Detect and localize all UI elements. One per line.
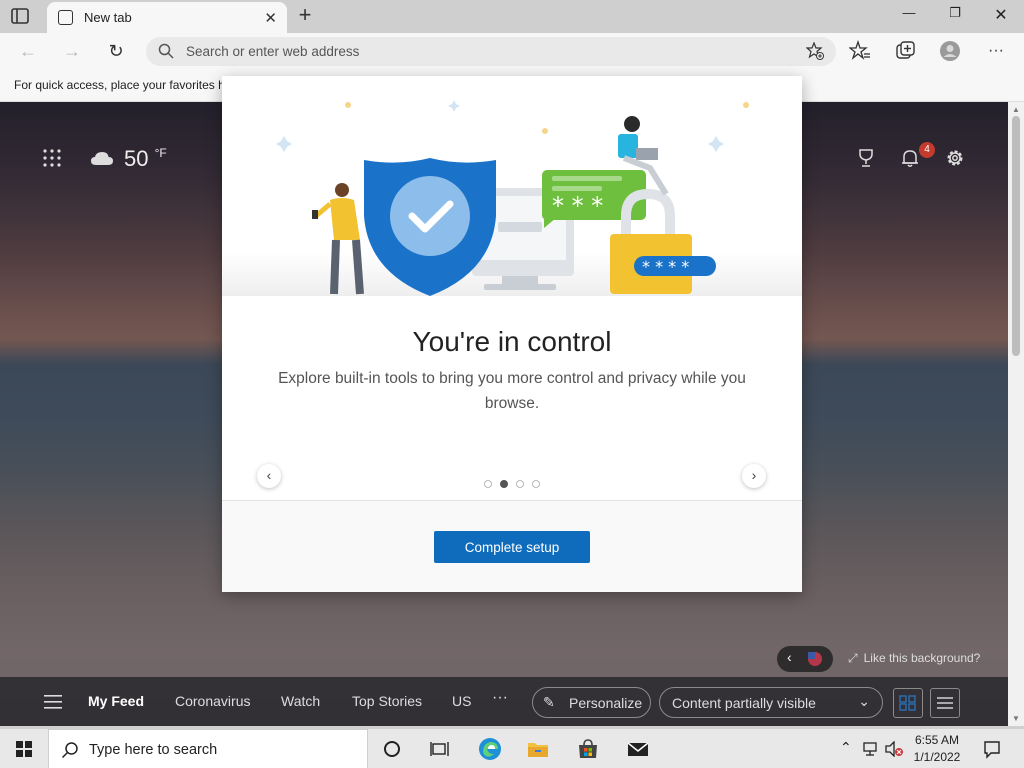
windows-taskbar: Type here to search ⌃ 6:55 AM 1/1/2022 [0, 728, 1024, 768]
temperature-value: 50 [124, 146, 149, 171]
personalize-label: Personalize [569, 695, 643, 711]
complete-setup-button[interactable]: Complete setup [434, 531, 590, 563]
carousel-next-button[interactable]: › [742, 464, 766, 488]
list-view-icon [937, 697, 953, 709]
tab-title: New tab [84, 10, 132, 25]
tab-close-icon[interactable]: ✕ [264, 9, 277, 27]
microsoft-store-icon[interactable] [576, 737, 600, 761]
dialog-description: Explore built-in tools to bring you more… [278, 370, 746, 412]
feed-more-button[interactable]: ··· [492, 689, 508, 707]
feed-tab-us[interactable]: US [452, 693, 471, 709]
setup-dialog: * * * * * * * You're in control Explore … [222, 76, 802, 592]
dialog-footer: Complete setup [222, 501, 802, 592]
new-tab-favicon-icon [58, 10, 73, 25]
feed-tab-top-stories[interactable]: Top Stories [352, 693, 422, 709]
feed-navigation-bar: My Feed Coronavirus Watch Top Stories US… [0, 677, 1008, 726]
cortana-icon[interactable] [380, 737, 404, 761]
grid-view-button[interactable] [893, 688, 923, 718]
menu-hamburger-icon[interactable] [44, 695, 62, 709]
file-explorer-icon[interactable] [526, 737, 550, 761]
pencil-icon: ✎ [543, 694, 555, 710]
feed-tab-my-feed[interactable]: My Feed [88, 693, 144, 709]
clock-date: 1/1/2022 [913, 750, 961, 764]
minimize-button[interactable]: — [886, 5, 932, 27]
forward-arrow-icon[interactable]: → [60, 39, 84, 63]
taskbar-search-box[interactable]: Type here to search [48, 729, 368, 768]
carousel-dot[interactable] [484, 480, 492, 488]
address-input[interactable] [186, 40, 746, 63]
carousel-dot[interactable] [500, 480, 508, 488]
browser-titlebar: New tab ✕ + — ❐ ✕ [0, 0, 1024, 33]
volume-muted-icon[interactable] [884, 741, 904, 757]
search-icon [61, 742, 78, 759]
expand-icon: ⤢ [848, 651, 858, 665]
chevron-left-icon[interactable]: ‹ [787, 649, 792, 665]
feed-tab-coronavirus[interactable]: Coronavirus [175, 693, 250, 709]
scroll-up-icon[interactable]: ▲ [1012, 105, 1020, 114]
temperature-display[interactable]: 50 °F [124, 146, 167, 172]
notification-count-badge: 4 [919, 142, 935, 158]
tab-actions-icon[interactable] [10, 7, 30, 25]
dialog-title: You're in control [412, 326, 612, 357]
us-flag-icon [808, 652, 822, 666]
address-bar[interactable] [146, 37, 836, 66]
background-nav[interactable]: ‹ [777, 646, 833, 672]
search-icon [158, 43, 174, 59]
back-arrow-icon[interactable]: ← [16, 39, 40, 63]
more-icon[interactable]: ··· [984, 39, 1008, 63]
list-view-button[interactable] [930, 688, 960, 718]
add-favorite-icon[interactable] [806, 42, 824, 60]
app-launcher-icon[interactable] [42, 148, 62, 168]
favorites-icon[interactable] [849, 40, 871, 62]
content-visibility-dropdown[interactable]: Content partially visible ⌄ [659, 687, 883, 718]
task-view-icon[interactable] [428, 737, 452, 761]
notifications-bell-icon[interactable] [900, 148, 920, 168]
feed-tab-watch[interactable]: Watch [281, 693, 320, 709]
carousel-prev-button[interactable]: ‹ [257, 464, 281, 488]
carousel-dot[interactable] [532, 480, 540, 488]
grid-view-icon [899, 695, 916, 711]
scroll-down-icon[interactable]: ▼ [1012, 714, 1020, 723]
system-clock[interactable]: 6:55 AM 1/1/2022 [906, 732, 968, 766]
close-window-button[interactable]: ✕ [978, 5, 1024, 27]
windows-start-icon[interactable] [0, 729, 48, 768]
settings-gear-icon[interactable] [945, 148, 965, 168]
browser-toolbar: ← → ↻ ··· [0, 33, 1024, 70]
page-scrollbar[interactable]: ▲ ▼ [1008, 102, 1024, 726]
refresh-icon[interactable]: ↻ [104, 39, 128, 63]
new-tab-button[interactable]: + [294, 4, 316, 28]
scroll-thumb[interactable] [1012, 116, 1020, 356]
favorites-bar-hint: For quick access, place your favorites h [14, 78, 225, 92]
carousel-dot[interactable] [516, 480, 524, 488]
mail-icon[interactable] [626, 737, 650, 761]
rewards-icon[interactable] [856, 148, 876, 168]
tray-chevron-up-icon[interactable]: ⌃ [840, 739, 852, 756]
privacy-illustration-art: * * * * * * * [276, 100, 749, 296]
privacy-illustration: * * * * * * * [222, 76, 802, 296]
password-stars-field: * * * * [642, 257, 689, 276]
like-background[interactable]: ⤢ Like this background? [848, 651, 980, 666]
cloud-icon[interactable] [90, 150, 114, 166]
edge-browser-icon[interactable] [478, 737, 502, 761]
tab-new-tab[interactable]: New tab ✕ [47, 2, 287, 33]
clock-time: 6:55 AM [914, 733, 960, 747]
content-visibility-label: Content partially visible [672, 695, 816, 711]
network-icon[interactable] [862, 741, 880, 757]
carousel-dots [484, 480, 544, 488]
taskbar-search-placeholder: Type here to search [89, 742, 218, 758]
temperature-unit: °F [154, 146, 167, 160]
restore-button[interactable]: ❐ [932, 5, 978, 27]
like-background-label: Like this background? [863, 651, 981, 665]
password-stars-bubble: * * * [552, 192, 603, 220]
chevron-down-icon: ⌄ [858, 693, 870, 709]
profile-icon[interactable] [939, 40, 961, 62]
personalize-button[interactable]: ✎ Personalize [532, 687, 651, 718]
action-center-icon[interactable] [982, 739, 1002, 759]
collections-icon[interactable] [894, 40, 916, 62]
